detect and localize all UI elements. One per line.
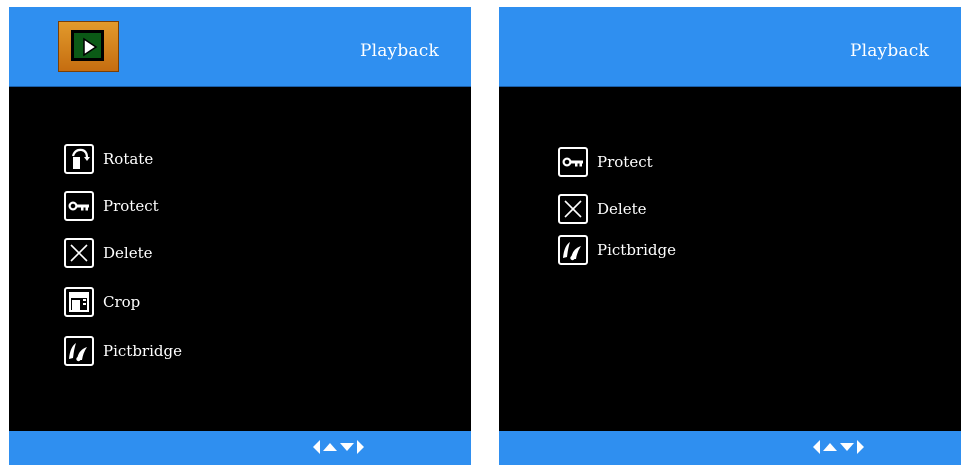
down-arrow-icon	[840, 443, 854, 451]
key-icon	[558, 147, 588, 177]
left-arrow-icon	[813, 440, 820, 454]
title-bar: Playback	[499, 7, 961, 87]
playback-screen-right: Playback Protect Delete Pictbridge	[499, 7, 961, 465]
title-bar: Playback	[9, 7, 471, 87]
menu-item-label: Rotate	[103, 150, 154, 168]
menu-item-pictbridge[interactable]: Pictbridge	[558, 233, 676, 267]
up-arrow-icon	[823, 443, 837, 451]
up-arrow-icon	[323, 443, 337, 451]
menu-item-label: Delete	[597, 200, 647, 218]
crop-icon	[64, 287, 94, 317]
bottom-bar	[499, 431, 961, 465]
menu-item-label: Delete	[103, 244, 153, 262]
bottom-bar	[9, 431, 471, 465]
menu-item-label: Protect	[597, 153, 653, 171]
pictbridge-icon	[64, 336, 94, 366]
menu-item-label: Pictbridge	[597, 241, 676, 259]
menu-item-crop[interactable]: Crop	[64, 285, 140, 319]
down-arrow-icon	[340, 443, 354, 451]
playback-mode-icon	[58, 21, 119, 72]
right-arrow-icon	[357, 440, 364, 454]
menu-item-delete[interactable]: Delete	[558, 192, 646, 226]
menu-item-rotate[interactable]: Rotate	[64, 142, 153, 176]
nav-hint	[313, 440, 364, 454]
pictbridge-icon	[558, 235, 588, 265]
key-icon	[64, 191, 94, 221]
delete-x-icon	[64, 238, 94, 268]
right-arrow-icon	[857, 440, 864, 454]
page-title: Playback	[849, 41, 929, 61]
left-arrow-icon	[313, 440, 320, 454]
playback-screen-left: Playback Rotate Protect Delete Crop Pict…	[9, 7, 471, 465]
menu-item-label: Pictbridge	[103, 342, 182, 360]
menu-item-pictbridge[interactable]: Pictbridge	[64, 334, 182, 368]
nav-hint	[813, 440, 864, 454]
menu-item-label: Crop	[103, 293, 141, 311]
page-title: Playback	[359, 41, 439, 61]
delete-x-icon	[558, 194, 588, 224]
rotate-icon	[64, 144, 94, 174]
menu-item-protect[interactable]: Protect	[558, 145, 653, 179]
menu-item-label: Protect	[103, 197, 159, 215]
menu-item-protect[interactable]: Protect	[64, 189, 159, 223]
menu-item-delete[interactable]: Delete	[64, 236, 152, 270]
